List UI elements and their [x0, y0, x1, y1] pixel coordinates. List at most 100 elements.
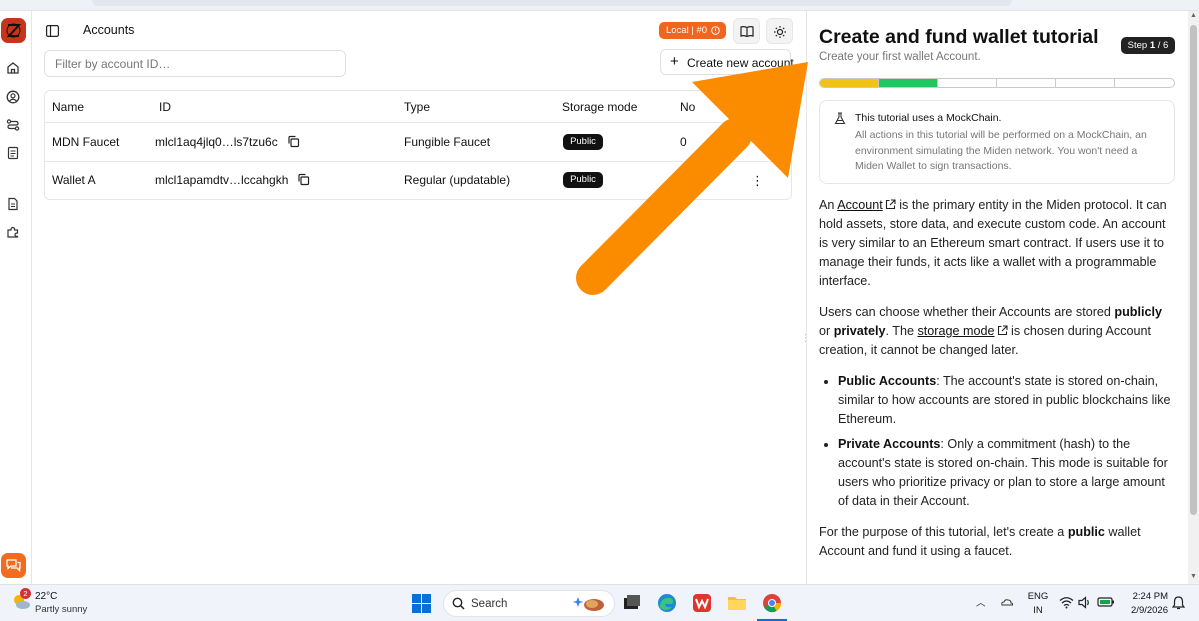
- tray-overflow-chevron-icon[interactable]: ︿: [976, 595, 986, 609]
- account-doc-link[interactable]: Account: [837, 198, 883, 212]
- storage-mode-badge: Public: [563, 134, 603, 150]
- input-language-indicator[interactable]: ENG IN: [1027, 590, 1049, 618]
- external-link-icon: [885, 199, 896, 210]
- list-item: Public Accounts: The account's state is …: [838, 372, 1171, 429]
- progress-segment-1: [820, 79, 879, 87]
- create-new-account-button[interactable]: + Create new account: [660, 49, 794, 75]
- text: Users can choose whether their Accounts …: [819, 305, 1115, 319]
- scrollbar-thumb[interactable]: [1190, 25, 1197, 515]
- page-title: Accounts: [83, 23, 135, 37]
- progress-segment-3: [938, 79, 997, 87]
- table-row[interactable]: Wallet A mlcl1apamdtv…lccahgkh Regular (…: [45, 162, 791, 199]
- notice-body: All actions in this tutorial will be per…: [855, 129, 1147, 172]
- account-icon[interactable]: [6, 90, 22, 106]
- puzzle-icon[interactable]: [6, 225, 22, 241]
- network-badge-label: Local | #0: [666, 25, 708, 36]
- copy-id-button[interactable]: [284, 132, 304, 152]
- copy-icon: [288, 135, 300, 148]
- column-header-nonce[interactable]: No: [680, 100, 695, 114]
- app-window: Accounts Local | #0 + Create new account…: [0, 0, 1199, 621]
- sidebar-icon: [46, 25, 60, 38]
- step-indicator: Step 1 / 6: [1121, 37, 1175, 54]
- theme-toggle-button[interactable]: [766, 18, 793, 44]
- bold-text: public: [1067, 525, 1105, 539]
- transactions-icon[interactable]: [6, 118, 22, 134]
- progress-segment-6: [1115, 79, 1174, 87]
- account-name: MDN Faucet: [52, 135, 120, 149]
- scroll-up-icon[interactable]: ▲: [1190, 12, 1197, 19]
- text: For the purpose of this tutorial, let's …: [819, 525, 1068, 539]
- book-icon: [740, 26, 754, 38]
- network-badge[interactable]: Local | #0: [659, 22, 726, 39]
- notification-bell-icon[interactable]: [1172, 596, 1185, 610]
- onedrive-icon[interactable]: [1000, 595, 1014, 609]
- wps-office-icon[interactable]: [691, 592, 713, 614]
- wifi-icon[interactable]: [1059, 596, 1074, 609]
- text: An: [819, 198, 838, 212]
- clock-time: 2:24 PM: [1132, 591, 1168, 602]
- column-header-id[interactable]: ID: [159, 100, 171, 114]
- app-logo-icon: [1, 18, 26, 43]
- bold-text: Public Accounts: [838, 374, 937, 388]
- step-separator: /: [1155, 40, 1164, 51]
- home-icon[interactable]: [6, 61, 22, 77]
- column-header-storage-mode[interactable]: Storage mode: [562, 100, 637, 114]
- language-region: IN: [1033, 605, 1043, 616]
- bold-text: Private Accounts: [838, 437, 941, 451]
- account-nonce: 0: [680, 135, 687, 149]
- step-prefix: Step: [1127, 40, 1150, 51]
- bold-text: publicly: [1114, 305, 1162, 319]
- notes-icon[interactable]: [6, 146, 22, 162]
- flask-icon: [834, 112, 846, 125]
- step-total: 6: [1163, 40, 1169, 51]
- storage-mode-badge: Public: [563, 172, 603, 188]
- battery-icon[interactable]: [1097, 596, 1115, 608]
- tutorial-book-button[interactable]: [733, 18, 760, 44]
- column-header-type[interactable]: Type: [404, 100, 430, 114]
- storage-mode-doc-link[interactable]: storage mode: [918, 324, 995, 338]
- task-view-icon[interactable]: [621, 592, 643, 614]
- column-header-name[interactable]: Name: [52, 100, 84, 114]
- list-item: Private Accounts: Only a commitment (has…: [838, 435, 1171, 511]
- text: or: [819, 324, 834, 338]
- weather-description: Partly sunny: [35, 604, 88, 615]
- left-rail: [0, 11, 32, 584]
- taskbar-search[interactable]: Search: [443, 590, 615, 617]
- tutorial-title: Create and fund wallet tutorial: [819, 26, 1099, 48]
- text: . The: [885, 324, 918, 338]
- paragraph-account: An Account is the primary entity in the …: [819, 196, 1171, 291]
- table-row[interactable]: MDN Faucet mlcl1aq4jlq0…ls7tzu6c Fungibl…: [45, 123, 791, 161]
- windows-taskbar: 2 22°C Partly sunny Search ︿ ENG IN 2:24 …: [0, 584, 1199, 621]
- search-highlight-icon: [572, 597, 604, 611]
- sun-icon: [774, 26, 786, 38]
- sidebar-toggle-button[interactable]: [46, 24, 60, 38]
- tutorial-body: An Account is the primary entity in the …: [819, 196, 1171, 573]
- browser-address-bar[interactable]: [92, 0, 1012, 6]
- scroll-down-icon[interactable]: ▼: [1190, 573, 1197, 580]
- edge-browser-icon[interactable]: [656, 592, 678, 614]
- file-explorer-icon[interactable]: [726, 592, 748, 614]
- windows-start-icon[interactable]: [412, 594, 431, 613]
- scrollbar[interactable]: ▲ ▼: [1188, 11, 1199, 584]
- paragraph-purpose: For the purpose of this tutorial, let's …: [819, 523, 1171, 561]
- speaker-icon[interactable]: [1078, 596, 1092, 609]
- taskbar-clock[interactable]: 2:24 PM 2/9/2026: [1128, 590, 1168, 618]
- info-icon: [711, 26, 720, 35]
- copy-id-button[interactable]: [294, 170, 314, 190]
- tutorial-subtitle: Create your first wallet Account.: [819, 51, 981, 63]
- accounts-table: Name ID Type Storage mode No MDN Faucet …: [44, 90, 792, 200]
- chrome-browser-icon[interactable]: [761, 592, 783, 614]
- account-filter-input[interactable]: [44, 50, 346, 77]
- clock-date: 2/9/2026: [1131, 605, 1168, 616]
- chat-support-button[interactable]: [1, 553, 26, 578]
- progress-segment-2: [879, 79, 938, 87]
- row-actions-menu-icon[interactable]: ⋮: [751, 173, 764, 189]
- account-type: Fungible Faucet: [404, 135, 491, 149]
- language-code: ENG: [1027, 591, 1049, 602]
- documents-icon[interactable]: [6, 197, 22, 213]
- mockchain-notice: This tutorial uses a MockChain. All acti…: [819, 100, 1175, 184]
- create-new-account-label: Create new account: [687, 56, 794, 70]
- weather-badge: 2: [20, 588, 31, 599]
- chat-icon: [6, 559, 21, 573]
- tutorial-panel: Create and fund wallet tutorial Create y…: [806, 11, 1188, 584]
